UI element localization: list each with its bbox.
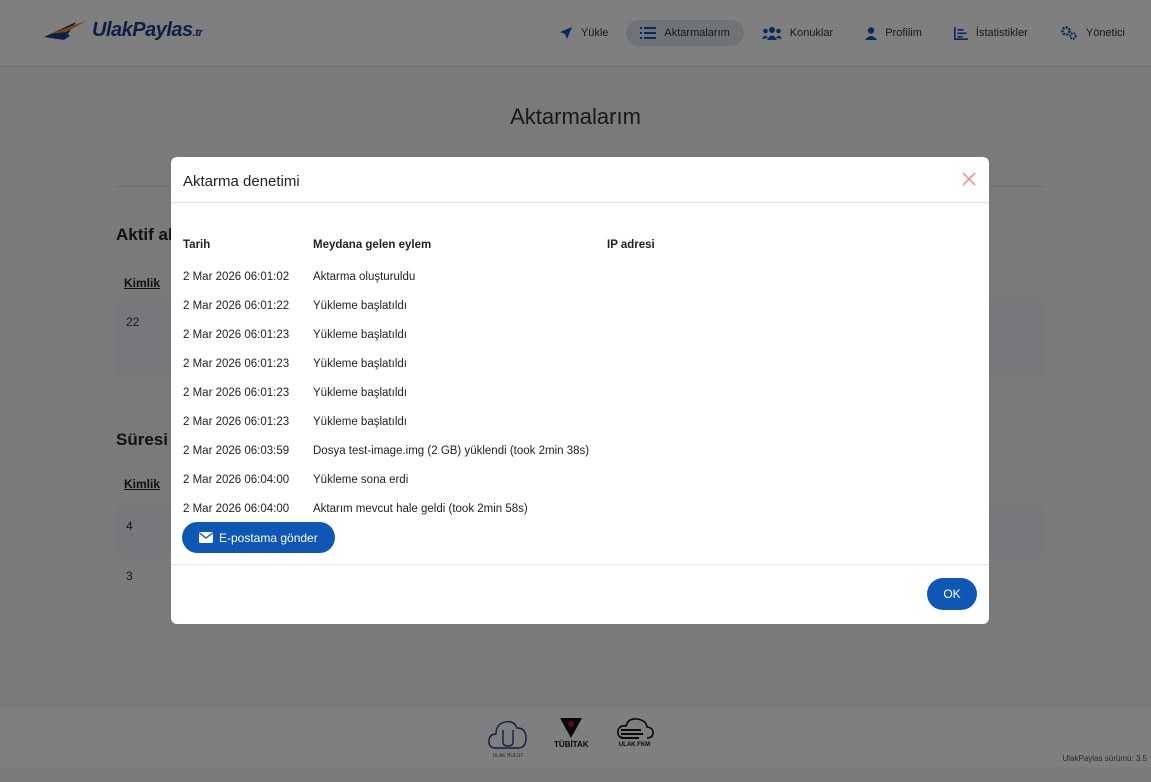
audit-row: 2 Mar 2026 06:01:23 Yükleme başlatıldı: [183, 378, 807, 407]
audit-date: 2 Mar 2026 06:01:23: [183, 386, 290, 399]
audit-log-table: Tarih Meydana gelen eylem IP adresi 2 Ma…: [183, 235, 807, 523]
audit-row: 2 Mar 2026 06:03:59 Dosya test-image.img …: [183, 436, 807, 465]
audit-date: 2 Mar 2026 06:01:23: [183, 415, 290, 428]
audit-action: Aktarım mevcut hale geldi (took 2min 58s…: [313, 502, 528, 515]
audit-action: Yükleme başlatıldı: [313, 357, 407, 370]
audit-date: 2 Mar 2026 06:04:00: [183, 473, 290, 486]
ip-column-header: IP adresi: [607, 239, 655, 251]
audit-row: 2 Mar 2026 06:01:23 Yükleme başlatıldı: [183, 407, 807, 436]
audit-row: 2 Mar 2026 06:01:23 Yükleme başlatıldı: [183, 320, 807, 349]
audit-date: 2 Mar 2026 06:01:02: [183, 270, 290, 283]
audit-row: 2 Mar 2026 06:01:02 Aktarma oluşturuldu: [183, 262, 807, 291]
audit-row: 2 Mar 2026 06:04:00 Yükleme sona erdi: [183, 465, 807, 494]
dialog-footer: OK: [171, 564, 989, 624]
audit-date: 2 Mar 2026 06:01:23: [183, 357, 290, 370]
close-icon[interactable]: [961, 171, 977, 187]
audit-action: Yükleme sona erdi: [313, 473, 409, 486]
audit-action: Yükleme başlatıldı: [313, 386, 407, 399]
dialog-title: Aktarma denetimi: [183, 173, 300, 190]
audit-row: 2 Mar 2026 06:01:23 Yükleme başlatıldı: [183, 349, 807, 378]
dialog-header: Aktarma denetimi: [171, 157, 989, 203]
audit-action: Yükleme başlatıldı: [313, 328, 407, 341]
button-label: E-postama gönder: [219, 530, 318, 545]
audit-header-row: Tarih Meydana gelen eylem IP adresi: [183, 235, 807, 255]
audit-action: Yükleme başlatıldı: [313, 299, 407, 312]
audit-date: 2 Mar 2026 06:01:22: [183, 299, 290, 312]
audit-action: Aktarma oluşturuldu: [313, 270, 416, 283]
transfer-audit-dialog: Aktarma denetimi Tarih Meydana gelen eyl…: [171, 157, 989, 624]
audit-date: 2 Mar 2026 06:01:23: [183, 328, 290, 341]
envelope-icon: [199, 532, 213, 543]
audit-action: Yükleme başlatıldı: [313, 415, 407, 428]
ok-button[interactable]: OK: [927, 578, 977, 610]
send-to-email-button[interactable]: E-postama gönder: [182, 522, 335, 553]
date-column-header: Tarih: [183, 239, 211, 251]
audit-row: 2 Mar 2026 06:04:00 Aktarım mevcut hale g…: [183, 494, 807, 523]
action-column-header: Meydana gelen eylem: [313, 239, 432, 251]
audit-row: 2 Mar 2026 06:01:22 Yükleme başlatıldı: [183, 291, 807, 320]
audit-date: 2 Mar 2026 06:04:00: [183, 502, 290, 515]
audit-action: Dosya test-image.img (2 GB) yüklendi (to…: [313, 444, 590, 457]
audit-date: 2 Mar 2026 06:03:59: [183, 444, 290, 457]
